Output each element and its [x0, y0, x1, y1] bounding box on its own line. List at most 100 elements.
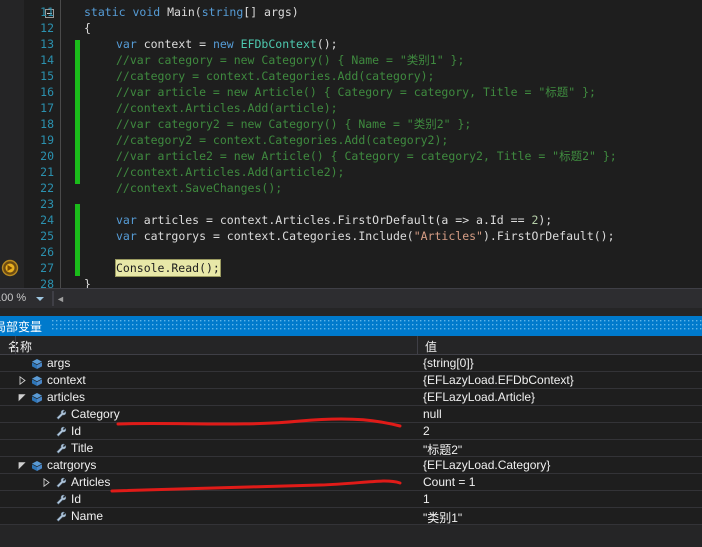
code-editor[interactable]: 11static void Main(string[] args)12{13 va…	[0, 0, 702, 288]
code-line[interactable]: 16 //var article = new Article() { Catego…	[0, 84, 702, 100]
variable-value[interactable]: 1	[423, 492, 430, 506]
variable-row[interactable]: catrgorys{EFLazyLoad.Category}	[0, 457, 702, 474]
editor-zoom-bar[interactable]: 100 % ◄	[0, 288, 702, 308]
property-wrench-icon	[55, 409, 67, 421]
line-number: 20	[10, 148, 54, 164]
variable-row[interactable]: args {string[0]}	[0, 355, 702, 372]
code-line[interactable]: 23	[0, 196, 702, 212]
variables-grid-header: 名称 值	[0, 336, 702, 355]
code-line[interactable]: 17//context.Articles.Add(article);	[0, 100, 702, 116]
column-header-name[interactable]: 名称	[8, 338, 32, 355]
code-token: var	[116, 229, 144, 243]
code-line[interactable]: 26	[0, 244, 702, 260]
code-line[interactable]: 18//var category2 = new Category() { Nam…	[0, 116, 702, 132]
code-token: //category = context.Categories.Add(cate…	[116, 69, 435, 83]
code-line-text: var catrgorys = context.Categories.Inclu…	[116, 228, 615, 244]
variable-value[interactable]: {string[0]}	[423, 356, 474, 370]
line-number: 23	[10, 196, 54, 212]
code-token: //var article2 = new Article() { Categor…	[116, 149, 617, 163]
code-token: //var category2 = new Category() { Name …	[116, 117, 471, 131]
variable-row[interactable]: Category null	[0, 406, 702, 423]
variable-row[interactable]: Id 1	[0, 491, 702, 508]
code-token: }	[84, 277, 91, 288]
code-token: //var category = new Category() { Name =…	[116, 53, 464, 67]
field-icon	[31, 375, 43, 387]
line-number: 16	[10, 84, 54, 100]
code-line-text: //var category = new Category() { Name =…	[116, 52, 464, 68]
variable-row[interactable]: context{EFLazyLoad.EFDbContext}	[0, 372, 702, 389]
chevron-down-icon[interactable]	[18, 393, 27, 402]
code-line-text: }	[84, 276, 91, 288]
code-line-text: //var article2 = new Article() { Categor…	[116, 148, 617, 164]
property-wrench-icon	[55, 511, 67, 523]
code-line[interactable]: 11static void Main(string[] args)	[0, 4, 702, 20]
locals-panel: 局部变量 名称 值 args {string[0]} context{EFLazyL…	[0, 316, 702, 547]
chevron-right-icon[interactable]	[42, 478, 51, 487]
variable-row[interactable]: articles{EFLazyLoad.Article}	[0, 389, 702, 406]
variable-value[interactable]: "类别1"	[423, 509, 462, 526]
variable-value[interactable]: {EFLazyLoad.Category}	[423, 458, 550, 472]
code-line[interactable]: 14//var category = new Category() { Name…	[0, 52, 702, 68]
panel-splitter[interactable]	[0, 308, 702, 316]
code-line[interactable]: 19//category2 = context.Categories.Add(c…	[0, 132, 702, 148]
variable-row[interactable]: ArticlesCount = 1	[0, 474, 702, 491]
property-wrench-icon	[55, 443, 67, 455]
line-number: 26	[10, 244, 54, 260]
column-header-value[interactable]: 值	[425, 338, 437, 355]
code-line[interactable]: 22//context.SaveChanges();	[0, 180, 702, 196]
code-token: //var article = new Article() { Category…	[116, 85, 596, 99]
tab-bar-drag-dots	[52, 316, 702, 336]
locals-tab-bar[interactable]: 局部变量	[0, 316, 702, 336]
variable-row[interactable]: Title"标题2"	[0, 440, 702, 457]
variable-value[interactable]: null	[423, 407, 442, 421]
code-token: context =	[144, 37, 213, 51]
variable-value[interactable]: 2	[423, 424, 430, 438]
zoom-level-value[interactable]: 100 %	[0, 292, 26, 304]
variables-grid-rows[interactable]: args {string[0]} context{EFLazyLoad.EFDbCo…	[0, 355, 702, 547]
line-number: 12	[10, 20, 54, 36]
code-line[interactable]: 13 var context = new EFDbContext();	[0, 36, 702, 52]
chevron-down-icon[interactable]	[18, 461, 27, 470]
variable-row[interactable]: Name "类别1"	[0, 508, 702, 525]
code-line[interactable]: 20 //var article2 = new Article() { Categ…	[0, 148, 702, 164]
code-token: var	[116, 37, 144, 51]
code-line-text: var context = new EFDbContext();	[116, 36, 338, 52]
code-line[interactable]: 21//context.Articles.Add(article2);	[0, 164, 702, 180]
code-line-text: //var article = new Article() { Category…	[116, 84, 596, 100]
property-wrench-icon	[55, 426, 67, 438]
variable-name: args	[47, 356, 70, 370]
line-number: 28	[10, 276, 54, 288]
code-token: Console.Read();	[116, 261, 220, 275]
line-number: 13	[10, 36, 54, 52]
code-line[interactable]: 12{	[0, 20, 702, 36]
code-line[interactable]: 25 var catrgorys = context.Categories.Inc…	[0, 228, 702, 244]
code-token: );	[538, 213, 552, 227]
code-token: string	[202, 5, 244, 19]
code-line[interactable]: 28}	[0, 276, 702, 288]
variable-name: Id	[71, 492, 81, 506]
code-token: articles = context.Articles.FirstOrDefau…	[144, 213, 532, 227]
variable-name: Name	[71, 509, 103, 523]
variable-value[interactable]: {EFLazyLoad.Article}	[423, 390, 535, 404]
variables-grid-empty-area	[0, 525, 702, 547]
horizontal-scrollbar-left-arrow[interactable]: ◄	[56, 294, 64, 304]
variable-value[interactable]: {EFLazyLoad.EFDbContext}	[423, 373, 574, 387]
line-number: 24	[10, 212, 54, 228]
tab-locals[interactable]: 局部变量	[0, 318, 42, 335]
code-line[interactable]: 24 var articles = context.Articles.FirstO…	[0, 212, 702, 228]
code-token: var	[116, 213, 144, 227]
line-number: 15	[10, 68, 54, 84]
variable-name: Category	[71, 407, 120, 421]
code-line[interactable]: 15 //category = context.Categories.Add(ca…	[0, 68, 702, 84]
line-number: 21	[10, 164, 54, 180]
code-line[interactable]: 27 Console.Read();	[0, 260, 702, 276]
code-line-text: //context.SaveChanges();	[116, 180, 282, 196]
line-number: 25	[10, 228, 54, 244]
variable-value[interactable]: Count = 1	[423, 475, 475, 489]
chevron-down-icon[interactable]	[36, 297, 44, 301]
variable-row[interactable]: Id2	[0, 423, 702, 440]
variable-value[interactable]: "标题2"	[423, 441, 462, 458]
line-number: 27	[10, 260, 54, 276]
property-wrench-icon	[55, 494, 67, 506]
chevron-right-icon[interactable]	[18, 376, 27, 385]
